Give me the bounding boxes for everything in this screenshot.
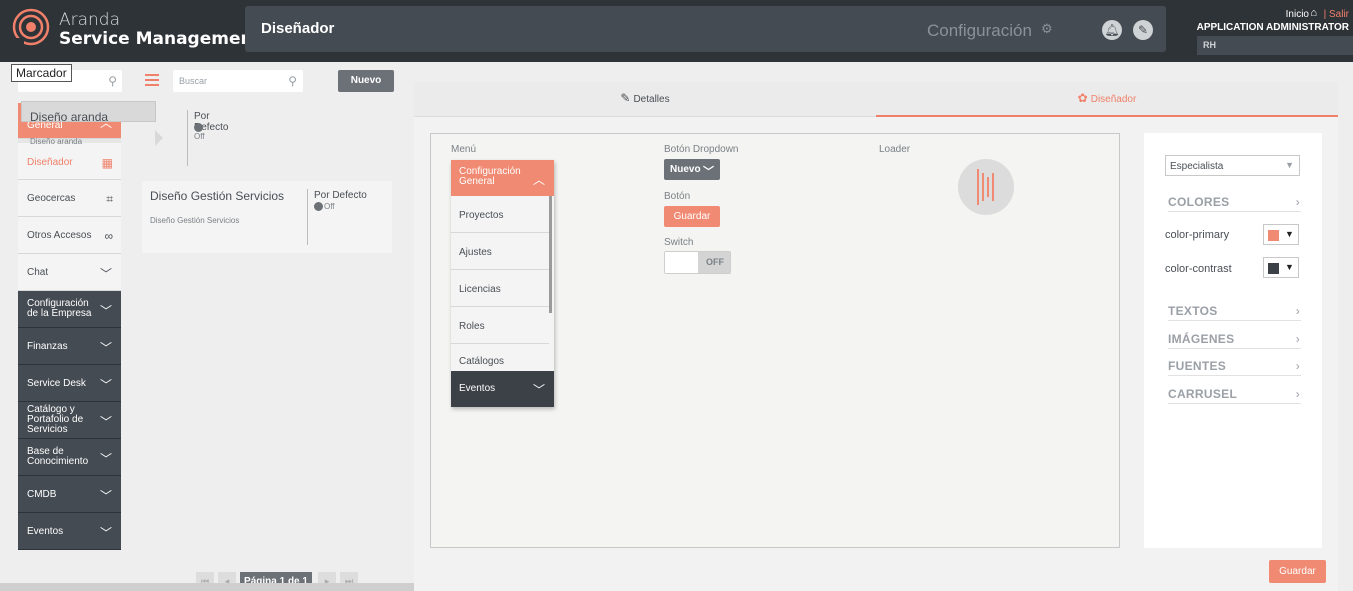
sidebar-item-chat[interactable]: Chat ﹀ — [18, 254, 121, 291]
tools-icon[interactable]: ✎ — [1133, 20, 1153, 40]
brand-line2: Service Management — [59, 29, 261, 49]
preview-menu-item[interactable]: Ajustes — [451, 233, 549, 270]
loader-icon — [958, 159, 1014, 215]
sidebar-item-catalogo[interactable]: Catálogo y Portafolio de Servicios ﹀ — [18, 402, 121, 439]
section-imagenes[interactable]: IMÁGENES › — [1168, 332, 1301, 349]
preview-menu-item[interactable]: Proyectos — [451, 196, 549, 233]
preview-menu: Configuración General ︿ Proyectos Ajuste… — [451, 160, 554, 407]
home-icon[interactable]: ⌂ — [1310, 7, 1317, 19]
chevron-down-icon: ﹀ — [99, 341, 112, 355]
hamburger-icon[interactable] — [145, 74, 159, 89]
preview-save-button[interactable]: Guardar — [664, 206, 720, 227]
chevron-down-icon: ﹀ — [99, 304, 112, 318]
color-primary-picker[interactable]: ▼ — [1263, 224, 1299, 245]
brand-line1: Aranda — [59, 10, 121, 30]
caret-down-icon: ▼ — [1285, 160, 1294, 170]
horizontal-scrollbar[interactable] — [0, 583, 484, 591]
preview-menu-scrollbar[interactable] — [549, 196, 552, 313]
settings-panel: Especialista ▼ COLORES › color-primary ▼ … — [1144, 133, 1322, 548]
color-contrast-picker[interactable]: ▼ — [1263, 257, 1299, 278]
main-panel: ✎ Detalles ✿ Diseñador Menú Configuración … — [414, 82, 1338, 591]
chevron-right-icon: › — [1295, 359, 1300, 373]
button-label: Botón — [664, 191, 691, 202]
default-toggle[interactable]: Off — [194, 123, 205, 141]
search-icon[interactable]: ⚲ — [108, 74, 117, 88]
dropdown-label: Botón Dropdown — [664, 144, 739, 155]
tab-detalles[interactable]: ✎ Detalles — [414, 82, 876, 117]
sidebar-item-base-conocimiento[interactable]: Base de Conocimiento ﹀ — [18, 439, 121, 476]
chevron-down-icon: ﹀ — [532, 383, 545, 397]
menu-label: Menú — [451, 144, 477, 155]
chevron-down-icon: ﹀ — [99, 489, 112, 503]
loader-label: Loader — [879, 144, 911, 155]
link-icon: ∞ — [104, 229, 113, 243]
chevron-down-icon: ﹀ — [99, 452, 112, 466]
tab-disenador[interactable]: ✿ Diseñador — [876, 82, 1338, 117]
aranda-logo-icon — [12, 8, 50, 46]
dropdown-button[interactable]: Nuevo ﹀ — [664, 159, 720, 180]
palette-icon: ✿ — [1077, 91, 1088, 105]
switch-label: Switch — [664, 237, 694, 248]
chevron-right-icon: › — [1295, 387, 1300, 401]
section-textos[interactable]: TEXTOS › — [1168, 304, 1301, 321]
page-title: Diseñador — [261, 20, 335, 37]
default-toggle[interactable]: Off — [314, 202, 335, 212]
color-contrast-label: color-contrast — [1165, 263, 1232, 275]
preview-menu-item[interactable]: Licencias — [451, 270, 549, 307]
design-card[interactable]: Diseño Gestión Servicios Diseño Gestión … — [142, 181, 392, 253]
sidebar-item-finanzas[interactable]: Finanzas ﹀ — [18, 328, 121, 365]
sidebar: Configuración General ︿ Diseñador ▦ Geoc… — [18, 103, 121, 550]
save-button[interactable]: Guardar — [1269, 560, 1326, 583]
user-initials[interactable]: RH — [1197, 36, 1353, 55]
preview-menu-item[interactable]: Catálogos — [451, 344, 549, 371]
gear-icon[interactable]: ⚙ — [1041, 22, 1053, 35]
section-carrusel[interactable]: CARRUSEL › — [1168, 387, 1301, 404]
chevron-down-icon: ﹀ — [99, 526, 112, 540]
chevron-down-icon: ﹀ — [99, 378, 112, 392]
salir-link[interactable]: | Salir — [1324, 9, 1349, 20]
network-icon: ⌗ — [106, 192, 113, 206]
sidebar-item-otros-accesos[interactable]: Otros Accesos ∞ — [18, 217, 121, 254]
user-name: APPLICATION ADMINISTRATOR — [1196, 22, 1349, 33]
edit-icon: ✎ — [620, 91, 631, 105]
section-colores[interactable]: COLORES › — [1168, 195, 1301, 212]
chevron-right-icon: › — [1295, 195, 1300, 209]
chevron-right-icon: › — [1295, 304, 1300, 318]
chevron-down-icon: ﹀ — [99, 415, 112, 429]
preview-switch[interactable]: OFF — [664, 251, 731, 274]
sidebar-item-configuracion-empresa[interactable]: Configuración de la Empresa ﹀ — [18, 291, 121, 328]
layout-icon: ▦ — [101, 156, 113, 170]
chevron-down-icon: ﹀ — [99, 267, 112, 281]
configuration-link[interactable]: Configuración — [927, 21, 1032, 41]
sidebar-item-service-desk[interactable]: Service Desk ﹀ — [18, 365, 121, 402]
search-icon[interactable]: ⚲ — [288, 74, 297, 88]
preview-canvas: Menú Configuración General ︿ Proyectos A… — [430, 133, 1120, 548]
inicio-link[interactable]: Inicio — [1286, 9, 1309, 20]
preview-menu-head[interactable]: Configuración General ︿ — [451, 160, 554, 196]
title-bar: Diseñador Configuración ⚙ 🔔︎ ✎ — [245, 6, 1166, 52]
tooltip: Marcador — [11, 64, 72, 82]
preview-menu-foot[interactable]: Eventos ﹀ — [451, 371, 554, 407]
chevron-up-icon: ︿ — [532, 173, 545, 187]
chevron-right-icon: › — [1295, 332, 1300, 346]
design-card[interactable]: Diseño aranda Diseño aranda Por Defecto … — [21, 101, 228, 166]
bell-icon[interactable]: 🔔︎ — [1102, 20, 1122, 40]
profile-select[interactable]: Especialista ▼ — [1165, 155, 1300, 176]
top-bar: Aranda Service Management Diseñador Conf… — [0, 0, 1353, 62]
sidebar-item-geocercas[interactable]: Geocercas ⌗ — [18, 180, 121, 217]
tabs: ✎ Detalles ✿ Diseñador — [414, 82, 1338, 117]
preview-menu-item[interactable]: Roles — [451, 307, 549, 344]
sidebar-item-cmdb[interactable]: CMDB ﹀ — [18, 476, 121, 513]
search-input[interactable]: Buscar ⚲ — [173, 70, 303, 92]
new-button[interactable]: Nuevo — [338, 70, 394, 92]
chevron-down-icon: ﹀ — [703, 166, 714, 178]
sidebar-item-eventos[interactable]: Eventos ﹀ — [18, 513, 121, 550]
section-fuentes[interactable]: FUENTES › — [1168, 359, 1301, 376]
color-primary-label: color-primary — [1165, 229, 1230, 241]
